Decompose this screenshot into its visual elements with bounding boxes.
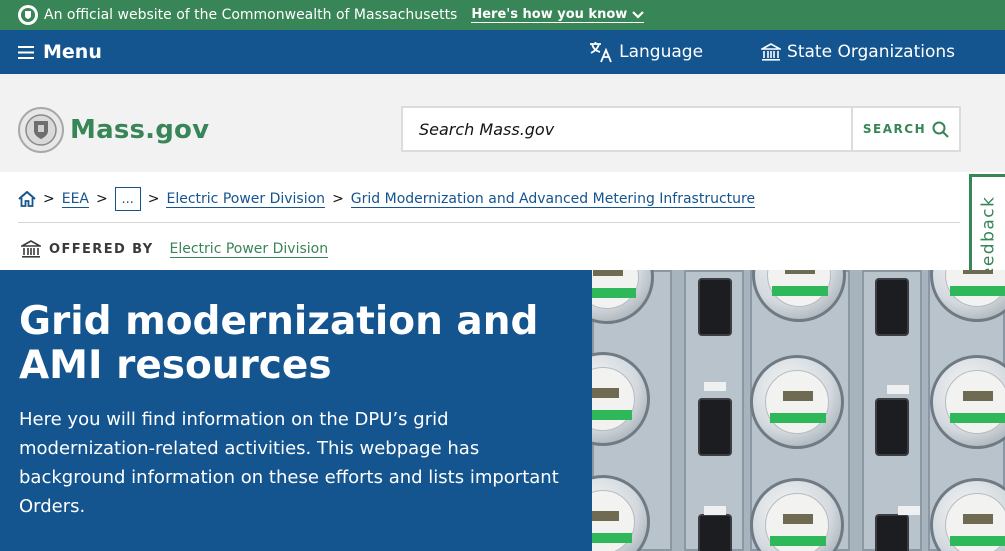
breadcrumb-separator: > <box>43 191 55 207</box>
translate-icon <box>590 42 612 63</box>
site-header: Mass.gov SEARCH <box>0 74 1005 172</box>
meter-slot <box>875 398 909 456</box>
state-seal-icon <box>18 107 64 153</box>
offered-by: OFFERED BY Electric Power Division <box>21 238 329 260</box>
menu-button[interactable]: Menu <box>18 41 102 63</box>
heres-how-you-know-link[interactable]: Here's how you know <box>471 7 645 23</box>
home-icon[interactable] <box>18 191 36 207</box>
breadcrumb-separator: > <box>332 191 344 207</box>
breadcrumb-expand-button[interactable]: ... <box>114 187 141 211</box>
breadcrumb-link-eea[interactable]: EEA <box>61 191 90 208</box>
search-form: SEARCH <box>401 106 961 152</box>
search-button[interactable]: SEARCH <box>851 108 959 150</box>
page-title: Grid modernization and AMI resources <box>19 299 539 388</box>
hamburger-icon <box>18 45 34 59</box>
logo-wordmark: Mass.gov <box>70 115 210 145</box>
page: An official website of the Commonwealth … <box>0 0 1005 551</box>
mass-gov-logo[interactable]: Mass.gov <box>18 107 209 153</box>
state-organizations-label: State Organizations <box>787 42 955 62</box>
meter-tag <box>704 506 726 515</box>
language-label: Language <box>619 42 704 62</box>
search-input[interactable] <box>403 108 851 150</box>
offered-by-org-link[interactable]: Electric Power Division <box>169 241 329 258</box>
search-icon <box>932 121 949 138</box>
meter-slot <box>698 514 732 551</box>
breadcrumb-divider <box>18 222 960 223</box>
capitol-icon <box>21 240 41 258</box>
seal-icon <box>18 5 38 25</box>
official-banner: An official website of the Commonwealth … <box>0 0 1005 30</box>
breadcrumb-separator: > <box>96 191 108 207</box>
meter-slot <box>698 398 732 456</box>
hero-image <box>592 270 1005 551</box>
language-button[interactable]: Language <box>589 41 703 63</box>
electric-meter <box>750 355 844 449</box>
meter-slot <box>698 278 732 336</box>
breadcrumb-link-electric-power-division[interactable]: Electric Power Division <box>166 191 326 208</box>
official-banner-text: An official website of the Commonwealth … <box>44 7 458 23</box>
meter-tag <box>898 506 920 515</box>
meter-tag <box>887 385 909 394</box>
breadcrumb-link-grid-modernization[interactable]: Grid Modernization and Advanced Metering… <box>350 191 756 208</box>
search-button-label: SEARCH <box>862 122 927 136</box>
breadcrumb: > EEA > ... > Electric Power Division > … <box>18 186 756 212</box>
state-organizations-button[interactable]: State Organizations <box>761 42 955 62</box>
menu-label: Menu <box>43 41 102 63</box>
page-description: Here you will find information on the DP… <box>19 409 559 517</box>
top-navbar: Menu Language State Organizations <box>0 30 1005 74</box>
meter-tag <box>704 382 726 391</box>
building-icon <box>761 43 782 61</box>
chevron-down-icon <box>632 10 645 19</box>
meter-slot <box>875 278 909 336</box>
breadcrumb-separator: > <box>147 191 160 207</box>
nav-right: Language State Organizations <box>589 30 955 74</box>
offered-by-label: OFFERED BY <box>49 241 154 257</box>
meter-slot <box>875 514 909 551</box>
hero-banner: Grid modernization and AMI resources Her… <box>0 270 592 551</box>
heres-how-you-know-label: Here's how you know <box>471 7 628 22</box>
